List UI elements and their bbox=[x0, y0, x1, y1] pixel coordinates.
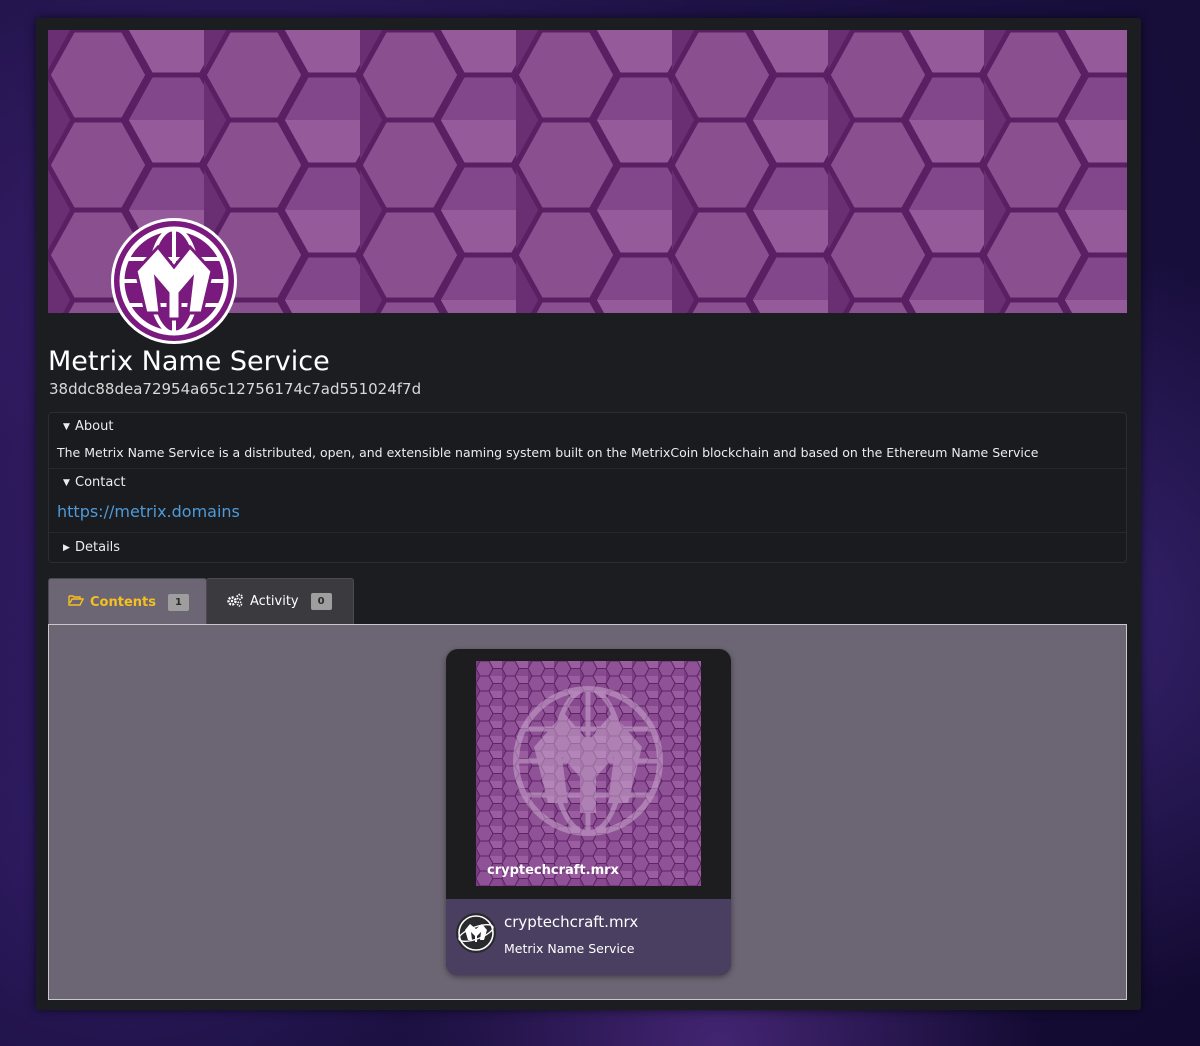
collection-logo bbox=[111, 218, 237, 344]
about-toggle[interactable]: ▼ About bbox=[49, 413, 1126, 441]
tab-contents[interactable]: Contents 1 bbox=[48, 578, 207, 625]
globe-logo-icon bbox=[458, 915, 494, 951]
info-accordion: ▼ About The Metrix Name Service is a dist… bbox=[48, 412, 1127, 563]
contents-pane: cryptechcraft.mrx cryptechcraft.mrx Metr… bbox=[48, 624, 1127, 1000]
contact-website-link[interactable]: https://metrix.domains bbox=[57, 502, 240, 521]
tab-activity[interactable]: Activity 0 bbox=[206, 578, 354, 624]
tab-contents-label: Contents bbox=[90, 594, 156, 610]
caret-down-icon: ▼ bbox=[63, 478, 70, 488]
collection-avatar bbox=[456, 913, 496, 953]
gears-icon bbox=[226, 593, 244, 611]
details-label: Details bbox=[75, 540, 121, 555]
artwork-domain-label: cryptechcraft.mrx bbox=[487, 863, 619, 878]
contact-toggle[interactable]: ▼ Contact bbox=[49, 469, 1126, 497]
contents-count-badge: 1 bbox=[167, 593, 189, 611]
nft-card[interactable]: cryptechcraft.mrx cryptechcraft.mrx Metr… bbox=[446, 649, 731, 975]
nft-card-footer: cryptechcraft.mrx Metrix Name Service bbox=[446, 899, 731, 975]
collection-title: Metrix Name Service bbox=[48, 346, 330, 377]
tab-activity-label: Activity bbox=[250, 594, 299, 609]
contact-label: Contact bbox=[75, 475, 126, 490]
caret-right-icon: ▶ bbox=[63, 543, 70, 553]
activity-count-badge: 0 bbox=[310, 593, 332, 610]
about-label: About bbox=[75, 419, 114, 434]
domain-artwork-image bbox=[476, 661, 701, 886]
contact-body: https://metrix.domains bbox=[49, 497, 1126, 533]
nft-card-image: cryptechcraft.mrx bbox=[476, 661, 701, 886]
collection-panel: Metrix Name Service 38ddc88dea72954a65c1… bbox=[36, 18, 1141, 1010]
globe-logo-icon bbox=[119, 226, 229, 336]
folder-open-icon bbox=[68, 594, 85, 610]
caret-down-icon: ▼ bbox=[63, 422, 70, 432]
contract-address: 38ddc88dea72954a65c12756174c7ad551024f7d bbox=[49, 380, 422, 398]
about-text: The Metrix Name Service is a distributed… bbox=[49, 441, 1126, 469]
details-toggle[interactable]: ▶ Details bbox=[49, 533, 1126, 562]
nft-name[interactable]: cryptechcraft.mrx bbox=[504, 913, 638, 931]
nft-collection-name[interactable]: Metrix Name Service bbox=[504, 941, 634, 956]
